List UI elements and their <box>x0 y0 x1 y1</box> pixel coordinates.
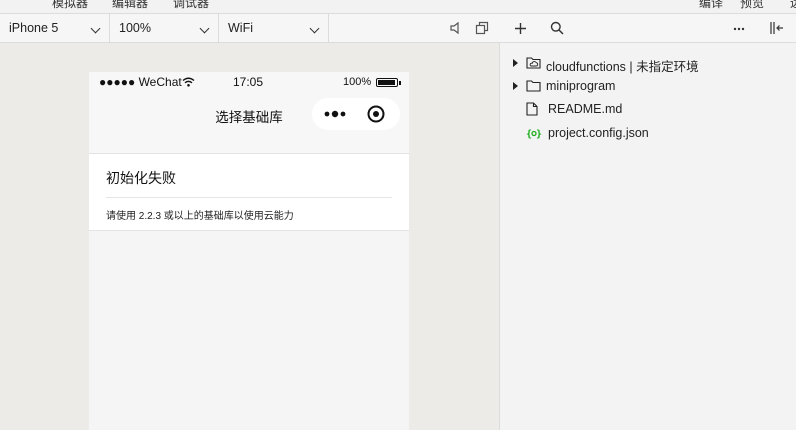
capsule-button <box>312 98 400 130</box>
detach-window-icon[interactable] <box>474 20 490 36</box>
expand-arrow-icon[interactable] <box>513 59 518 67</box>
menu-debugger[interactable]: 调试器 <box>173 0 209 11</box>
file-icon <box>526 102 538 116</box>
simulator-toolbar: iPhone 5 100% WiFi <box>0 14 500 43</box>
tree-item-label: README.md <box>548 102 623 116</box>
tree-item-miniprogram[interactable]: miniprogram <box>500 76 796 96</box>
json-icon: { } <box>526 129 542 139</box>
carrier-label: ●●●●● WeChat <box>99 75 182 89</box>
expand-arrow-icon[interactable] <box>513 82 518 90</box>
tree-item-label: project.config.json <box>548 126 649 140</box>
error-description: 请使用 2.2.3 或以上的基础库以使用云能力 <box>106 211 294 222</box>
cloud-folder-icon <box>526 57 541 69</box>
battery-tip <box>399 81 401 85</box>
status-bar: ●●●●● WeChat 17:05 100% <box>89 72 409 92</box>
menu-compile[interactable]: 编译 <box>699 0 723 11</box>
search-icon[interactable] <box>550 21 564 35</box>
menu-editor[interactable]: 编辑器 <box>112 0 148 11</box>
chevron-down-icon <box>90 23 101 34</box>
phone-screen: ●●●●● WeChat 17:05 100% 选择基础库 初始化失败 请使用 … <box>89 72 409 430</box>
error-card: 初始化失败 请使用 2.2.3 或以上的基础库以使用云能力 <box>89 154 409 231</box>
network-select[interactable]: WiFi <box>219 14 329 42</box>
menu-more[interactable]: 远 <box>790 0 796 11</box>
close-target-icon[interactable] <box>367 105 385 123</box>
device-select[interactable]: iPhone 5 <box>0 14 110 42</box>
divider <box>106 197 392 198</box>
clock: 17:05 <box>233 75 264 89</box>
tree-item-label: miniprogram <box>546 79 616 93</box>
error-title: 初始化失败 <box>106 170 176 186</box>
file-tree: cloudfunctions | 未指定环境 miniprogram READM… <box>500 43 796 430</box>
simulator-area: ●●●●● WeChat 17:05 100% 选择基础库 初始化失败 请使用 … <box>0 43 500 430</box>
tree-item-label: cloudfunctions | 未指定环境 <box>546 60 699 74</box>
tree-item-project-config[interactable]: { } project.config.json <box>500 123 796 143</box>
folder-icon <box>526 80 541 92</box>
menu-preview[interactable]: 预览 <box>740 0 764 11</box>
collapse-panel-icon[interactable] <box>769 20 785 36</box>
nav-bar: 选择基础库 <box>89 92 409 154</box>
zoom-select-value: 100% <box>119 21 151 35</box>
svg-text:}: } <box>536 129 542 139</box>
svg-text:{: { <box>526 129 532 139</box>
device-select-value: iPhone 5 <box>9 21 59 35</box>
tree-item-cloudfunctions[interactable]: cloudfunctions | 未指定环境 <box>500 53 796 74</box>
battery-fill <box>378 80 395 85</box>
battery-percent: 100% <box>343 76 372 88</box>
more-dots-icon[interactable] <box>323 108 347 120</box>
zoom-select[interactable]: 100% <box>110 14 219 42</box>
volume-icon[interactable] <box>448 20 464 36</box>
battery-icon <box>376 78 398 87</box>
top-menu-bar: 模拟器 编辑器 调试器 编译 预览 远 <box>0 0 796 14</box>
chevron-down-icon <box>199 23 210 34</box>
add-icon[interactable] <box>514 22 527 35</box>
file-panel-toolbar <box>500 14 796 43</box>
menu-simulator[interactable]: 模拟器 <box>52 0 88 11</box>
tree-item-readme[interactable]: README.md <box>500 99 796 119</box>
more-options-icon[interactable] <box>733 27 745 31</box>
chevron-down-icon <box>309 23 320 34</box>
network-select-value: WiFi <box>228 21 253 35</box>
wifi-icon <box>182 77 195 87</box>
